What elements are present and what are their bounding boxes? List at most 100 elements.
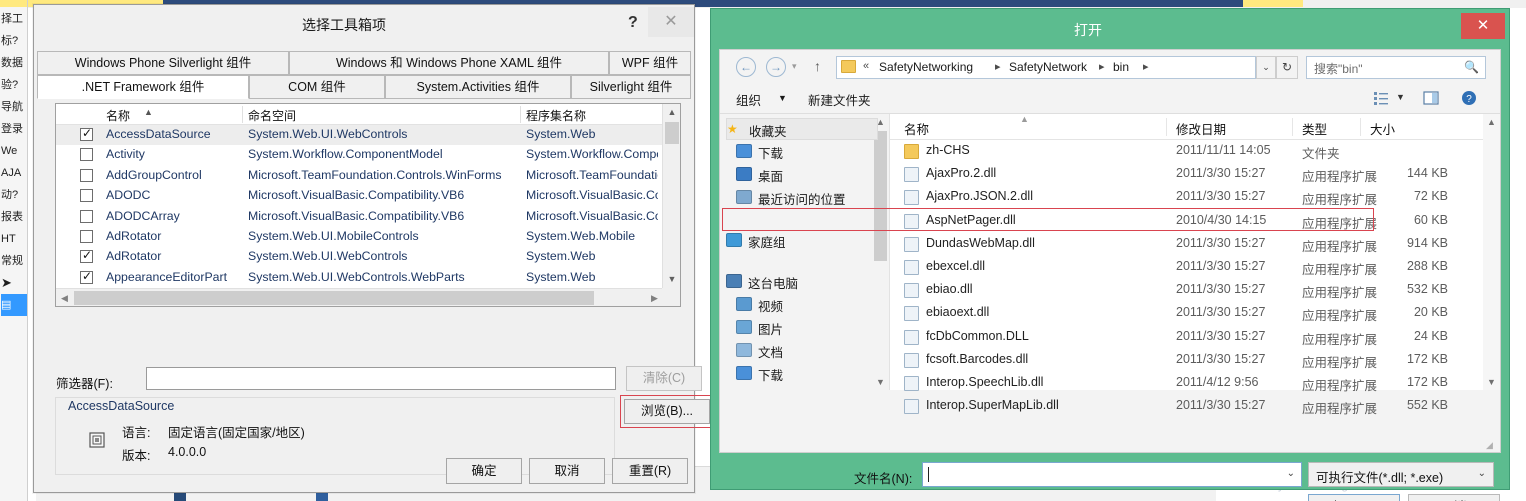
ok-button[interactable]: 确定 [446, 458, 522, 484]
place-item-8[interactable]: 文档 [736, 340, 888, 362]
listbox-hscrollbar[interactable]: ◀ ▶ [56, 288, 663, 306]
table-row[interactable]: Activity System.Workflow.ComponentModel Sy… [56, 145, 663, 165]
row-checkbox[interactable] [80, 229, 93, 243]
preview-pane-icon[interactable] [1422, 89, 1440, 112]
place-item-9[interactable]: 下载 [736, 363, 888, 385]
table-row[interactable]: ADODCArray Microsoft.VisualBasic.Compatib… [56, 207, 663, 227]
file-row[interactable]: DundasWebMap.dll 2011/3/30 15:27 应用程序扩展 914… [890, 233, 1483, 256]
row-checkbox[interactable] [80, 126, 93, 141]
toolbox-item-3[interactable]: 验? [1, 74, 27, 96]
file-rows[interactable]: zh-CHS 2011/11/11 14:05 文件夹 AjaxPro.2.dll 20… [890, 140, 1483, 416]
chevron-down-icon[interactable]: ⌄ [1478, 468, 1486, 479]
toolbox-item-7[interactable]: AJA [1, 162, 27, 184]
search-icon[interactable]: 🔍 [1464, 60, 1479, 74]
vs-toolbox-strip[interactable]: 择工 标? 数据 验? 导航 登录 We AJA 动? 报表 HT 常规 ➤ ▤ [0, 0, 28, 501]
scroll-up-icon[interactable]: ▲ [1483, 114, 1500, 130]
table-row[interactable]: ADODC Microsoft.VisualBasic.Compatibility… [56, 186, 663, 206]
place-item-3[interactable]: 最近访问的位置 [736, 187, 888, 209]
back-icon[interactable]: ← [736, 57, 756, 77]
list-view-icon[interactable] [1372, 89, 1390, 112]
resize-grip[interactable]: ◢ [1486, 440, 1496, 450]
column-header-name[interactable]: 名称 [904, 119, 929, 138]
close-icon[interactable]: ✕ [1461, 13, 1505, 39]
file-list-scrollbar[interactable]: ▲ ▼ [1483, 114, 1500, 390]
open-button[interactable]: 打开(O) [1308, 494, 1400, 501]
chevron-down-icon[interactable]: ⌄ [1287, 468, 1295, 479]
hscroll-thumb[interactable] [74, 291, 594, 305]
place-item-0[interactable]: ★ 收藏夹 [726, 118, 878, 140]
table-row[interactable]: AdRotator System.Web.UI.MobileControls Sys… [56, 227, 663, 247]
chevron-down-icon[interactable]: ▼ [1396, 92, 1405, 102]
toolbox-item-selected[interactable]: ▤ [1, 294, 27, 316]
place-item-1[interactable]: 下载 [736, 141, 888, 163]
file-row[interactable]: zh-CHS 2011/11/11 14:05 文件夹 [890, 140, 1483, 163]
chevron-down-icon[interactable]: ▼ [778, 93, 787, 103]
column-header-date[interactable]: 修改日期 [1176, 119, 1226, 138]
file-row[interactable]: ebiao.dll 2011/3/30 15:27 应用程序扩展 532 KB [890, 279, 1483, 302]
organize-button[interactable]: 组织 [736, 90, 761, 109]
scroll-left-icon[interactable]: ◀ [56, 289, 73, 307]
new-folder-button[interactable]: 新建文件夹 [808, 90, 871, 109]
table-row[interactable]: AccessDataSource System.Web.UI.WebControl… [56, 125, 663, 146]
place-item-7[interactable]: 图片 [736, 317, 888, 339]
column-header-type[interactable]: 类型 [1302, 119, 1327, 138]
column-header-namespace[interactable]: 命名空间 [248, 107, 296, 124]
up-icon[interactable]: ↑ [814, 58, 821, 74]
toolbox-item-4[interactable]: 导航 [1, 96, 27, 118]
file-row[interactable]: AjaxPro.JSON.2.dll 2011/3/30 15:27 应用程序扩展 7… [890, 186, 1483, 209]
places-pane[interactable]: ▲ ▼ ★ 收藏夹 下载 桌面 最近访问的位置 家庭组 这台电脑 视频 图片 文档 下载 [720, 114, 890, 390]
file-row[interactable]: fcDbCommon.DLL 2011/3/30 15:27 应用程序扩展 24 KB [890, 326, 1483, 349]
table-row[interactable]: AdRotator System.Web.UI.WebControls System… [56, 247, 663, 267]
vscroll-thumb[interactable] [665, 122, 679, 144]
file-row[interactable]: fcsoft.Barcodes.dll 2011/3/30 15:27 应用程序扩展… [890, 349, 1483, 372]
breadcrumb-segment-0[interactable]: SafetyNetworking [879, 60, 973, 74]
scroll-right-icon[interactable]: ▶ [646, 289, 663, 307]
table-row[interactable]: AddGroupControl Microsoft.TeamFoundation.… [56, 166, 663, 186]
row-checkbox[interactable] [80, 168, 93, 182]
toolbox-item-0[interactable]: 择工 [1, 8, 27, 30]
toolbox-item-5[interactable]: 登录 [1, 118, 27, 140]
component-listbox[interactable]: 名称 ▲ 命名空间 程序集名称 AccessDataSource System.W… [55, 103, 681, 307]
toolbox-item-6[interactable]: We [1, 140, 27, 162]
toolbox-item-2[interactable]: 数据 [1, 52, 27, 74]
search-input[interactable]: 搜索"bin" 🔍 [1306, 56, 1486, 79]
filename-input[interactable]: ⌄ [922, 462, 1302, 487]
place-item-2[interactable]: 桌面 [736, 164, 888, 186]
file-row[interactable]: ebiaoext.dll 2011/3/30 15:27 应用程序扩展 20 KB [890, 302, 1483, 325]
scroll-down-icon[interactable]: ▼ [663, 271, 681, 288]
close-icon[interactable]: ✕ [648, 7, 694, 37]
row-checkbox[interactable] [80, 209, 93, 223]
tab-windows-phone-silverlight[interactable]: Windows Phone Silverlight 组件 [37, 51, 289, 75]
forward-icon[interactable]: → [766, 57, 786, 77]
cancel-button[interactable]: 取消 [529, 458, 605, 484]
column-header-name[interactable]: 名称 [106, 107, 130, 124]
row-checkbox[interactable] [80, 189, 93, 203]
history-dropdown-icon[interactable]: ▾ [792, 61, 797, 72]
row-checkbox[interactable] [80, 269, 93, 284]
scroll-up-icon[interactable]: ▲ [663, 104, 681, 121]
row-checkbox[interactable] [80, 148, 93, 162]
column-header-assembly[interactable]: 程序集名称 [526, 107, 586, 124]
row-checkbox[interactable] [80, 248, 93, 264]
place-item-5[interactable]: 这台电脑 [726, 271, 878, 293]
listbox-vscrollbar[interactable]: ▲ ▼ [662, 104, 680, 288]
filter-input[interactable] [146, 367, 616, 390]
listbox-rows[interactable]: AccessDataSource System.Web.UI.WebControl… [56, 125, 663, 288]
file-row[interactable]: ebexcel.dll 2011/3/30 15:27 应用程序扩展 288 KB [890, 256, 1483, 279]
breadcrumb[interactable]: « SafetyNetworking ▸ SafetyNetwork ▸ bin… [836, 56, 1256, 79]
toolbox-item-1[interactable]: 标? [1, 30, 27, 52]
breadcrumb-segment-1[interactable]: SafetyNetwork [1009, 60, 1087, 74]
pointer-icon[interactable]: ➤ [1, 272, 27, 294]
file-row[interactable]: Interop.SpeechLib.dll 2011/4/12 9:56 应用程序扩… [890, 372, 1483, 395]
file-row[interactable]: AjaxPro.2.dll 2011/3/30 15:27 应用程序扩展 144 KB [890, 163, 1483, 186]
filetype-select[interactable]: 可执行文件(*.dll; *.exe) ⌄ [1308, 462, 1494, 487]
tab-wpf[interactable]: WPF 组件 [609, 51, 691, 75]
column-header-size[interactable]: 大小 [1370, 119, 1395, 138]
place-item-4[interactable]: 家庭组 [726, 230, 878, 252]
tab-net-framework[interactable]: .NET Framework 组件 [37, 75, 249, 99]
tab-system-activities[interactable]: System.Activities 组件 [385, 75, 571, 99]
tab-windows-xaml[interactable]: Windows 和 Windows Phone XAML 组件 [289, 51, 609, 75]
toolbox-item-9[interactable]: 报表 [1, 206, 27, 228]
toolbox-item-10[interactable]: HT [1, 228, 27, 250]
tab-com[interactable]: COM 组件 [249, 75, 385, 99]
